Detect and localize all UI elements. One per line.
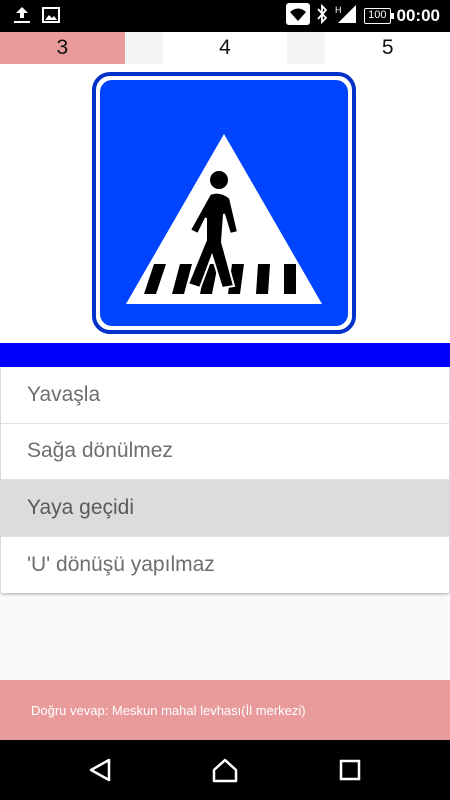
tab-4[interactable]: 4 [162, 32, 288, 64]
recents-icon[interactable] [335, 755, 365, 785]
question-tabs: 3 4 5 [0, 32, 450, 64]
option-2[interactable]: Sağa dönülmez [1, 424, 449, 480]
battery-icon: 100 [364, 8, 394, 24]
option-4[interactable]: 'U' dönüşü yapılmaz [1, 537, 449, 594]
clock: 00:00 [396, 6, 440, 25]
option-1[interactable]: Yavaşla [1, 367, 449, 424]
tab-3[interactable]: 3 [0, 32, 125, 64]
pedestrian-crossing-sign-icon [92, 72, 356, 334]
tab-separator [287, 32, 326, 64]
correct-answer-text: Doğru vevap: Meskun mahal levhası(İl mer… [31, 702, 306, 718]
blue-band [0, 343, 450, 367]
navigation-bar [0, 740, 450, 800]
svg-text:H: H [335, 5, 342, 15]
tab-separator [124, 32, 163, 64]
signal-icon: H [334, 4, 358, 29]
upload-icon [12, 5, 32, 30]
sign-image-area [0, 64, 450, 343]
tab-5[interactable]: 5 [325, 32, 450, 64]
status-bar: H 100 00:00 [0, 0, 450, 32]
answer-options: Yavaşla Sağa dönülmez Yaya geçidi 'U' dö… [1, 367, 449, 593]
image-icon [42, 6, 60, 29]
option-3[interactable]: Yaya geçidi [1, 480, 449, 537]
wifi-icon [286, 2, 311, 30]
bluetooth-icon [316, 3, 328, 29]
back-icon[interactable] [85, 755, 115, 785]
correct-answer-bar: Doğru vevap: Meskun mahal levhası(İl mer… [0, 680, 450, 740]
home-icon[interactable] [210, 755, 240, 785]
